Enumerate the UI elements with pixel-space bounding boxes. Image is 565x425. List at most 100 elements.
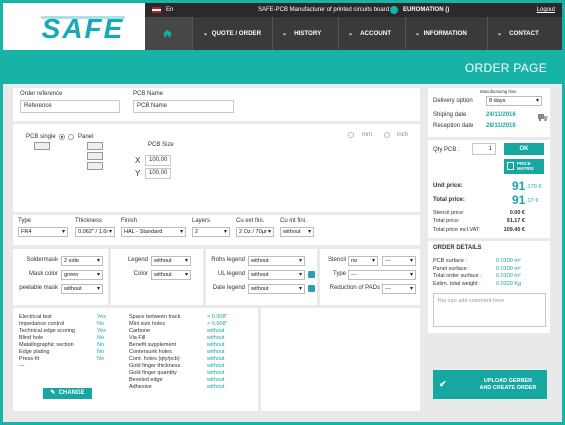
finish-select[interactable]: HAL - Standard — [121, 227, 186, 237]
date-legend-select[interactable]: without — [248, 284, 305, 294]
reception-date-value: 28/11/2016 — [486, 123, 516, 129]
cu-int-select[interactable]: without — [280, 227, 314, 237]
panel-icon-2[interactable] — [87, 152, 103, 160]
nav-information[interactable]: ⌄ INFORMATION — [405, 17, 487, 50]
layers-label: Layers — [192, 218, 211, 224]
option-value: Yes — [97, 314, 106, 320]
size-y-input[interactable]: 100,00 — [145, 168, 171, 179]
option-label: Cont. holes (qty/pcb) — [129, 356, 180, 362]
option-label: Edge plating — [19, 349, 50, 355]
delivery-option-label: Delivery option — [433, 98, 473, 104]
total-price-label: Total price: — [433, 197, 465, 203]
date-legend-label: Date legend — [212, 285, 245, 291]
nav-label: INFORMATION — [423, 30, 467, 37]
uk-flag-icon[interactable] — [152, 7, 161, 13]
option-label: Benefit supplement — [129, 342, 177, 348]
panel-radio[interactable] — [68, 134, 74, 140]
site-title: SAFE-PCB Manufacturer of printed circuit… — [258, 7, 390, 13]
reception-date-label: Reception date — [433, 123, 474, 129]
inch-radio[interactable] — [384, 132, 390, 138]
option-value: without — [207, 384, 225, 390]
nav-home[interactable] — [145, 17, 192, 50]
option-label: Via Fill — [129, 335, 146, 341]
stencil-select[interactable]: no — [348, 256, 378, 266]
option-value: without — [207, 363, 225, 369]
nav-contact[interactable]: ⌄ CONTACT — [487, 17, 562, 50]
option-value: No — [97, 342, 105, 348]
option-label: Beveled edge — [129, 377, 163, 383]
option-value: without — [207, 356, 225, 362]
comment-textarea[interactable]: You can add comment here — [433, 293, 546, 327]
panel-icon-1[interactable] — [87, 142, 103, 150]
mm-label: mm — [362, 132, 372, 138]
unit-price-label: Unit price: — [433, 183, 463, 189]
panel-icon-3[interactable] — [87, 162, 103, 170]
nav-label: ACCOUNT — [360, 30, 392, 37]
option-value: without — [207, 370, 225, 376]
total-price-value: 91 — [512, 193, 526, 207]
nav-account[interactable]: ⌄ ACCOUNT — [338, 17, 405, 50]
cu-ext-select[interactable]: 2 Oz / 70µr — [236, 227, 274, 237]
thickness-select[interactable]: 0.062" / 1.6r — [75, 227, 115, 237]
upload-gerber-button[interactable]: ✔ UPLOAD GERBER AND CREATE ORDER — [433, 370, 547, 399]
option-label: Gold finger thickness — [129, 363, 181, 369]
option-value: No — [97, 335, 105, 341]
detail-label: Estim. total weight : — [433, 280, 481, 287]
pcb-single-radio[interactable] — [59, 134, 65, 140]
mm-radio[interactable] — [348, 132, 354, 138]
delivery-option-select[interactable]: 8 days — [486, 96, 542, 106]
option-label: Gold finger quantity — [129, 370, 177, 376]
upload-gerber-label: UPLOAD GERBER AND CREATE ORDER — [473, 378, 543, 392]
ok-button[interactable]: OK — [504, 143, 544, 155]
options-panel: Electrical test Yes Impedance control No Tec… — [13, 308, 258, 411]
rohs-legend-select[interactable]: without — [248, 256, 305, 266]
size-x-input[interactable]: 100,00 — [145, 155, 171, 166]
calculator-icon — [507, 162, 514, 170]
legend-color-select[interactable]: without — [151, 270, 191, 280]
safe-logo[interactable]: SAFE — [33, 12, 133, 44]
shipping-date-label: Shiping date — [433, 112, 467, 118]
option-label: --- — [19, 363, 25, 369]
option-label: Technical edge scoring — [19, 328, 75, 334]
ul-info-icon[interactable] — [308, 271, 315, 278]
qty-pcb-input[interactable]: 1 — [472, 143, 496, 155]
pcb-size-label: PCB Size — [148, 142, 174, 148]
mask-color-select[interactable]: green — [61, 270, 103, 280]
unit-price-cents: .170 € — [526, 184, 542, 190]
logout-link[interactable]: Logout — [537, 7, 555, 13]
pcb-name-input[interactable]: PCB Name — [133, 100, 234, 113]
peelable-mask-select[interactable]: without — [61, 284, 103, 294]
type-label: Type — [18, 218, 32, 224]
language-selector[interactable]: En — [166, 7, 173, 13]
option-label: Electrical test — [19, 314, 52, 320]
layers-select[interactable]: 2 — [192, 227, 230, 237]
blank-panel — [261, 308, 420, 411]
chevron-down-icon: ⌄ — [497, 30, 503, 37]
cu-ext-label: Cu ext fini. — [236, 218, 265, 224]
user-name[interactable]: EUROMATION () — [403, 7, 449, 13]
stencil-select-2[interactable]: --- — [382, 256, 416, 266]
nav-label: HISTORY — [294, 30, 322, 37]
finish-label: Finish — [121, 218, 138, 224]
total-price-cents: .17 € — [526, 198, 539, 204]
nav-label: CONTACT — [509, 30, 539, 37]
soldermask-select[interactable]: 2 side — [61, 256, 103, 266]
mask-color-label: Mask color — [28, 271, 58, 277]
reduction-pads-select[interactable]: --- — [382, 284, 416, 294]
type-select[interactable]: FR4 — [18, 227, 68, 237]
nav-history[interactable]: ⌄ HISTORY — [272, 17, 338, 50]
unit-price-value: 91 — [512, 179, 526, 193]
cu-int-label: Cu int fini. — [280, 218, 307, 224]
order-reference-input[interactable]: Reference — [20, 100, 120, 113]
change-button[interactable]: ✎ CHANGE — [43, 388, 92, 399]
mfg-time-label: Manufacturing time — [480, 89, 517, 94]
stencil-type-select[interactable]: --- — [348, 270, 416, 280]
ul-legend-label: UL legend — [217, 271, 245, 277]
ul-legend-select[interactable]: without — [248, 270, 305, 280]
legend-select[interactable]: without — [151, 256, 191, 266]
price-matrix-button[interactable]: PRICE MATRIX — [504, 159, 544, 174]
date-info-icon[interactable] — [308, 285, 315, 292]
nav-quote-order[interactable]: ⌄ QUOTE / ORDER — [192, 17, 272, 50]
legends-panel: Rohs legend without UL legend without Da… — [206, 249, 317, 305]
pcb-single-icon[interactable] — [34, 142, 50, 150]
